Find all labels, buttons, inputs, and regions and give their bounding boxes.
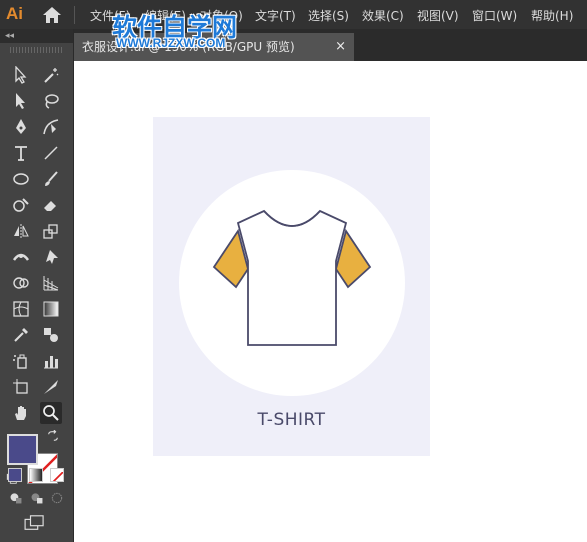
column-graph-icon[interactable] bbox=[40, 350, 62, 372]
shaper-tool-icon[interactable] bbox=[10, 194, 32, 216]
zoom-tool-icon[interactable] bbox=[40, 402, 62, 424]
tools-panel: ◂◂ bbox=[0, 29, 74, 542]
paintbrush-icon[interactable] bbox=[40, 168, 62, 190]
width-tool-icon[interactable] bbox=[10, 246, 32, 268]
mesh-tool-icon[interactable] bbox=[10, 298, 32, 320]
app-logo: Ai bbox=[6, 4, 23, 23]
curvature-tool-icon[interactable] bbox=[40, 116, 62, 138]
type-tool-icon[interactable] bbox=[10, 142, 32, 164]
canvas-area[interactable]: T-SHIRT bbox=[74, 61, 587, 542]
collapse-panel-button[interactable]: ◂◂ bbox=[0, 29, 73, 43]
color-mode-button[interactable] bbox=[8, 468, 22, 482]
fill-swatch[interactable] bbox=[7, 434, 38, 465]
tshirt-body bbox=[236, 209, 348, 346]
slice-tool-icon[interactable] bbox=[40, 376, 62, 398]
menu-help[interactable]: 帮助(H) bbox=[531, 7, 573, 24]
panel-grip[interactable] bbox=[10, 47, 62, 53]
shape-builder-icon[interactable] bbox=[10, 272, 32, 294]
puppet-warp-icon[interactable] bbox=[40, 246, 62, 268]
draw-normal-icon[interactable] bbox=[7, 489, 25, 507]
blend-tool-icon[interactable] bbox=[40, 324, 62, 346]
tshirt-illustration[interactable] bbox=[212, 207, 372, 352]
close-icon[interactable]: × bbox=[335, 33, 346, 61]
gradient-tool-icon[interactable] bbox=[40, 298, 62, 320]
screen-mode-icon[interactable] bbox=[22, 513, 48, 533]
tshirt-caption: T-SHIRT bbox=[257, 410, 326, 430]
perspective-grid-icon[interactable] bbox=[40, 272, 62, 294]
menu-effect[interactable]: 效果(C) bbox=[362, 7, 404, 24]
menu-window[interactable]: 窗口(W) bbox=[472, 7, 517, 24]
watermark-url: WWW.RJZXW.COM bbox=[116, 36, 226, 50]
draw-behind-icon[interactable] bbox=[28, 489, 46, 507]
gradient-mode-button[interactable] bbox=[29, 468, 43, 482]
menu-separator bbox=[74, 6, 75, 24]
swap-colors-icon[interactable] bbox=[46, 429, 60, 443]
lasso-icon[interactable] bbox=[40, 90, 62, 112]
ellipse-tool-icon[interactable] bbox=[10, 168, 32, 190]
menu-select[interactable]: 选择(S) bbox=[308, 7, 349, 24]
symbol-sprayer-icon[interactable] bbox=[10, 350, 32, 372]
direct-selection-icon[interactable] bbox=[10, 90, 32, 112]
draw-inside-icon[interactable] bbox=[48, 489, 66, 507]
eyedropper-icon[interactable] bbox=[10, 324, 32, 346]
menu-bar: Ai 文件(F) 编辑(E) 对象(O) 文字(T) 选择(S) 效果(C) 视… bbox=[0, 0, 587, 29]
eraser-icon[interactable] bbox=[40, 194, 62, 216]
artboard-tool-icon[interactable] bbox=[10, 376, 32, 398]
reflect-tool-icon[interactable] bbox=[10, 220, 32, 242]
line-tool-icon[interactable] bbox=[40, 142, 62, 164]
selection-tool-icon[interactable] bbox=[10, 64, 32, 86]
scale-tool-icon[interactable] bbox=[40, 220, 62, 242]
home-icon[interactable] bbox=[42, 6, 62, 24]
menu-type[interactable]: 文字(T) bbox=[255, 7, 296, 24]
magic-wand-icon[interactable] bbox=[40, 64, 62, 86]
pen-tool-icon[interactable] bbox=[10, 116, 32, 138]
hand-tool-icon[interactable] bbox=[10, 402, 32, 424]
menu-view[interactable]: 视图(V) bbox=[417, 7, 459, 24]
artboard[interactable]: T-SHIRT bbox=[153, 117, 430, 456]
none-mode-button[interactable] bbox=[50, 468, 64, 482]
